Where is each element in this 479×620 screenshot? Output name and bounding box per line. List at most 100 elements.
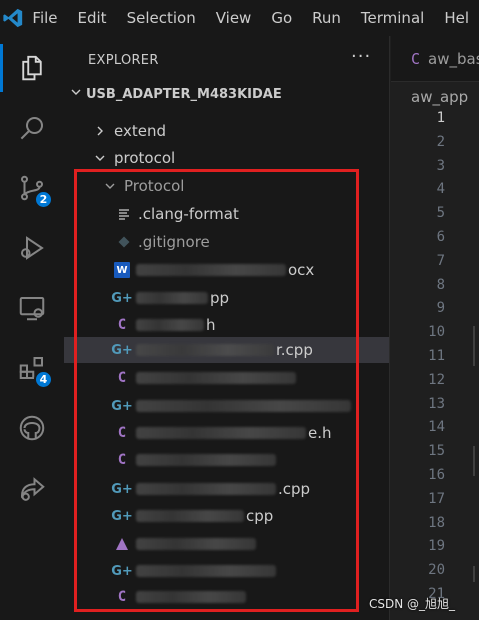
blurred-filename [136,538,256,550]
cpp-file-icon: G+ [111,398,133,414]
line-number: 19 [428,538,445,555]
source-control-icon[interactable]: 2 [0,160,64,216]
source-control-badge: 2 [34,190,53,209]
cpp-file-icon: G+ [111,508,133,524]
indent-guide [473,326,475,366]
remote-explorer-icon[interactable] [0,280,64,336]
cpp-file-icon: G+ [111,481,133,497]
blurred-filename [136,591,246,603]
menu-edit[interactable]: Edit [68,0,117,36]
editor-tab[interactable]: C aw_bas [391,36,479,82]
chevron-right-icon [94,125,106,137]
file-h-2[interactable]: C [64,365,389,391]
menu-view[interactable]: View [206,0,262,36]
c-header-icon: C [117,589,127,605]
project-root[interactable]: USB_ADAPTER_M483KIDAE [70,86,282,102]
file-cpp-4[interactable]: G+ cpp [64,503,389,529]
explorer-icon[interactable] [0,40,64,96]
line-number: 9 [436,300,445,317]
run-debug-icon[interactable] [0,220,64,276]
menubar: File Edit Selection View Go Run Terminal… [0,0,479,36]
c-header-icon: C [117,425,127,441]
file-label: h [206,316,216,334]
menu-file[interactable]: File [26,0,67,36]
line-number: 12 [428,371,445,388]
vscode-logo-icon [0,0,26,36]
blurred-filename [136,319,204,331]
line-number: 8 [436,276,445,293]
folder-protocol-sub[interactable]: Protocol [64,173,389,199]
file-label: pp [210,289,230,307]
line-number: 6 [436,229,445,245]
file-docx[interactable]: W ocx [64,257,389,283]
file-clang-format[interactable]: .clang-format [64,201,389,227]
file-gitignore[interactable]: .gitignore [64,229,389,255]
tab-bar: C aw_bas [391,36,479,82]
line-number: 16 [428,467,445,483]
word-document-icon: W [114,262,130,278]
menu-run[interactable]: Run [302,0,351,36]
watermark: CSDN @_旭旭_ [369,597,456,611]
line-number: 2 [436,133,445,150]
menu-terminal[interactable]: Terminal [351,0,434,36]
live-share-icon[interactable] [0,460,64,516]
file-h-1[interactable]: C h [64,312,389,338]
editor-area: C aw_bas aw_app 1 2 3 4 5 6 7 8 9 10 11 12 13 14 15 16 1… [391,36,479,620]
line-number: 1 [436,110,445,126]
line-number: 4 [436,181,445,198]
file-h-5[interactable]: C [64,584,389,610]
blurred-filename [136,400,351,412]
menu-help[interactable]: Hel [434,0,479,36]
file-cpp-2-selected[interactable]: G+ r.cpp [64,337,389,363]
file-cpp-1[interactable]: G+ pp [64,285,389,311]
blurred-filename [136,454,276,466]
chevron-down-icon [94,152,106,164]
folder-label: Protocol [124,177,185,195]
file-label: .gitignore [138,233,210,251]
line-number: 3 [436,157,445,174]
blurred-filename [136,344,274,356]
file-cpp-blurred-3[interactable]: G+ [64,558,389,584]
line-number: 18 [428,514,445,531]
menu-go[interactable]: Go [261,0,302,36]
line-number: 17 [428,490,445,507]
search-icon[interactable] [0,100,64,156]
line-number: 14 [428,419,445,436]
file-icon [114,536,130,552]
blurred-filename [136,565,276,577]
menu-selection[interactable]: Selection [117,0,206,36]
blurred-filename [136,483,276,495]
c-file-icon: C [411,50,421,68]
line-number: 20 [428,562,445,579]
blurred-filename [136,372,296,384]
c-header-icon: C [117,317,127,333]
more-actions-button[interactable]: ··· [351,46,371,67]
file-cpp-3[interactable]: G+ .cpp [64,476,389,502]
lines-icon [116,206,132,222]
folder-extend[interactable]: extend [64,118,389,144]
file-cpp-blurred-1[interactable]: G+ [64,393,389,419]
github-icon[interactable] [0,400,64,456]
git-icon [116,234,132,250]
file-h-3[interactable]: C e.h [64,420,389,446]
blurred-filename [136,264,286,276]
explorer-sidebar: EXPLORER ··· USB_ADAPTER_M483KIDAE exten… [64,36,390,620]
blurred-filename [136,292,208,304]
extensions-icon[interactable]: 4 [0,340,64,396]
folder-protocol[interactable]: protocol [64,145,389,171]
c-header-icon: C [117,370,127,386]
folder-label: protocol [114,149,176,167]
cpp-file-icon: G+ [111,563,133,579]
cpp-file-icon: G+ [111,342,133,358]
line-number: 10 [428,324,445,341]
file-label: .cpp [278,480,311,498]
blurred-filename [136,427,306,439]
breadcrumb[interactable]: aw_app [411,88,468,106]
file-h-4[interactable]: C [64,447,389,473]
line-number: 11 [428,348,445,364]
file-label: .clang-format [138,205,239,223]
tab-label: aw_bas [428,50,479,68]
file-blurred-2[interactable] [64,531,389,557]
file-label: cpp [246,507,274,525]
indent-guide [473,446,475,476]
